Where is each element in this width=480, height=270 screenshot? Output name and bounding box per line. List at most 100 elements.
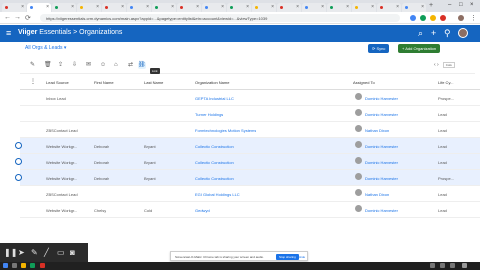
row-select-radio[interactable]: [15, 142, 22, 149]
line-icon[interactable]: ╱: [44, 248, 49, 257]
edit-icon[interactable]: ✎: [30, 62, 35, 69]
taskbar-app-icon[interactable]: [12, 263, 17, 268]
reload-icon[interactable]: ⟳: [25, 14, 31, 22]
cell-organization[interactable]: Collectic Construction: [195, 176, 234, 181]
pause-icon[interactable]: ❚❚: [4, 248, 17, 257]
cell-assigned-to[interactable]: Dominic Harvester: [365, 96, 398, 101]
cell-organization[interactable]: EGI Global Holdings LLC: [195, 192, 240, 197]
rectangle-icon[interactable]: ▭: [57, 248, 65, 257]
menu-kebab-icon[interactable]: ⋮: [470, 14, 477, 22]
cell-assigned-to[interactable]: Nathan Dixon: [365, 192, 389, 197]
row-select-radio[interactable]: [15, 94, 22, 101]
row-select-radio[interactable]: [15, 110, 22, 117]
row-select-radio[interactable]: [15, 174, 22, 181]
add-icon[interactable]: +: [431, 28, 436, 38]
hide-button[interactable]: Hide: [299, 255, 305, 259]
browser-tab[interactable]: ×: [202, 3, 226, 12]
stop-sharing-button[interactable]: Stop sharing: [276, 254, 299, 260]
tab-close-icon[interactable]: ×: [396, 4, 399, 10]
browser-tab[interactable]: ×: [402, 3, 426, 12]
tray-icon[interactable]: [430, 263, 435, 268]
cell-assigned-to[interactable]: Dominic Harvester: [365, 112, 398, 117]
tray-icon[interactable]: [440, 263, 445, 268]
taskbar-app-icon[interactable]: [40, 263, 45, 268]
cursor-icon[interactable]: ➤: [18, 248, 25, 257]
column-header[interactable]: First Name: [94, 80, 114, 85]
table-row[interactable]: Website Workgr... Deborah Bryant Collectic …: [15, 154, 480, 170]
browser-tab[interactable]: ×: [377, 3, 401, 12]
avatar[interactable]: [458, 28, 468, 38]
table-row[interactable]: Website Workgr... Chelsy Cold Gedwyd Dominic…: [15, 202, 480, 218]
browser-tab[interactable]: ×: [327, 3, 351, 12]
search-icon[interactable]: ⌕: [418, 28, 423, 38]
table-row[interactable]: Turner Holdings Dominic Harvester Lead: [15, 106, 480, 122]
tab-close-icon[interactable]: ×: [121, 4, 124, 10]
browser-tab[interactable]: ×: [252, 3, 276, 12]
column-header[interactable]: Last Name: [144, 80, 163, 85]
row-select-radio[interactable]: [15, 126, 22, 133]
view-selector[interactable]: All Orgs & Leads ▾: [25, 45, 66, 51]
cell-organization[interactable]: Gedwyd: [195, 208, 210, 213]
assign-icon[interactable]: ☺: [100, 62, 106, 69]
browser-tab[interactable]: ×: [52, 3, 76, 12]
table-row[interactable]: Website Workgr... Deborah Bryant Collectic …: [15, 138, 480, 154]
cell-assigned-to[interactable]: Dominic Harvester: [365, 160, 398, 165]
cell-organization[interactable]: Collectic Construction: [195, 160, 234, 165]
browser-tab[interactable]: ×: [77, 3, 101, 12]
pager[interactable]: ‹ › Cols: [434, 62, 455, 68]
tab-close-icon[interactable]: ×: [171, 4, 174, 10]
cell-assigned-to[interactable]: Dominic Harvester: [365, 144, 398, 149]
tab-close-icon[interactable]: ×: [421, 4, 424, 10]
minimize-icon[interactable]: –: [448, 2, 451, 8]
tab-close-icon[interactable]: ×: [221, 4, 224, 10]
start-icon[interactable]: [3, 263, 8, 268]
extension-icon[interactable]: [410, 15, 416, 21]
tab-close-icon[interactable]: ×: [46, 4, 49, 10]
column-header[interactable]: Organization Name: [195, 80, 229, 85]
upload-icon[interactable]: ⇪: [58, 62, 63, 69]
link-icon[interactable]: ⛓: [138, 62, 146, 69]
add-organization-button[interactable]: + Add Organization: [398, 44, 441, 53]
taskbar-app-icon[interactable]: [21, 263, 26, 268]
columns-button[interactable]: Cols: [442, 62, 455, 68]
browser-tab[interactable]: ×: [2, 3, 26, 12]
hamburger-menu-icon[interactable]: ≡: [6, 29, 11, 38]
cell-assigned-to[interactable]: Dominic Harvester: [365, 208, 398, 213]
tag-icon[interactable]: ⌂: [114, 62, 118, 69]
browser-tab[interactable]: ×: [277, 3, 301, 12]
table-row[interactable]: Inbox Lead GEPTA Industrial LLC Dominic Ha…: [15, 90, 480, 106]
column-header[interactable]: Assigned To: [353, 80, 375, 85]
extension-icon[interactable]: [440, 15, 446, 21]
browser-tab[interactable]: ×: [127, 3, 151, 12]
extension-icon[interactable]: [430, 15, 436, 21]
camera-icon[interactable]: ◙: [70, 248, 75, 257]
tab-close-icon[interactable]: ×: [96, 4, 99, 10]
table-row[interactable]: Website Workgr... Deborah Bryant Collectic …: [15, 170, 480, 186]
pager-arrows[interactable]: ‹ ›: [434, 62, 439, 68]
profile-icon[interactable]: [458, 15, 464, 21]
tab-close-icon[interactable]: ×: [271, 4, 274, 10]
table-row[interactable]: ZBSContact Lead Formtechnologies Motion S…: [15, 122, 480, 138]
taskbar-app-icon[interactable]: [30, 263, 35, 268]
back-icon[interactable]: ←: [4, 14, 11, 21]
filter-icon[interactable]: ⚲: [444, 28, 451, 38]
tab-close-icon[interactable]: ×: [321, 4, 324, 10]
tab-close-icon[interactable]: ×: [346, 4, 349, 10]
row-menu-icon[interactable]: ⋮: [30, 78, 36, 85]
column-header[interactable]: Life Cy...: [438, 80, 454, 85]
merge-icon[interactable]: ⇄: [128, 62, 133, 69]
new-tab-button[interactable]: +: [429, 2, 433, 9]
delete-icon[interactable]: 🗑: [44, 62, 52, 69]
table-row[interactable]: ZBSContact Lead EGI Global Holdings LLC Na…: [15, 186, 480, 202]
url-field[interactable]: https://viigeressentials.crm.dynamics.co…: [40, 14, 400, 22]
cell-organization[interactable]: Turner Holdings: [195, 112, 223, 117]
browser-tab[interactable]: ×: [177, 3, 201, 12]
tab-close-icon[interactable]: ×: [296, 4, 299, 10]
download-icon[interactable]: ⇩: [72, 62, 77, 69]
browser-tab[interactable]: ×: [102, 3, 126, 12]
tray-icon[interactable]: [450, 263, 455, 268]
sync-button[interactable]: ⟳ Sync: [368, 44, 390, 53]
forward-icon[interactable]: →: [14, 14, 21, 21]
cell-organization[interactable]: GEPTA Industrial LLC: [195, 96, 234, 101]
row-select-radio[interactable]: [15, 190, 22, 197]
